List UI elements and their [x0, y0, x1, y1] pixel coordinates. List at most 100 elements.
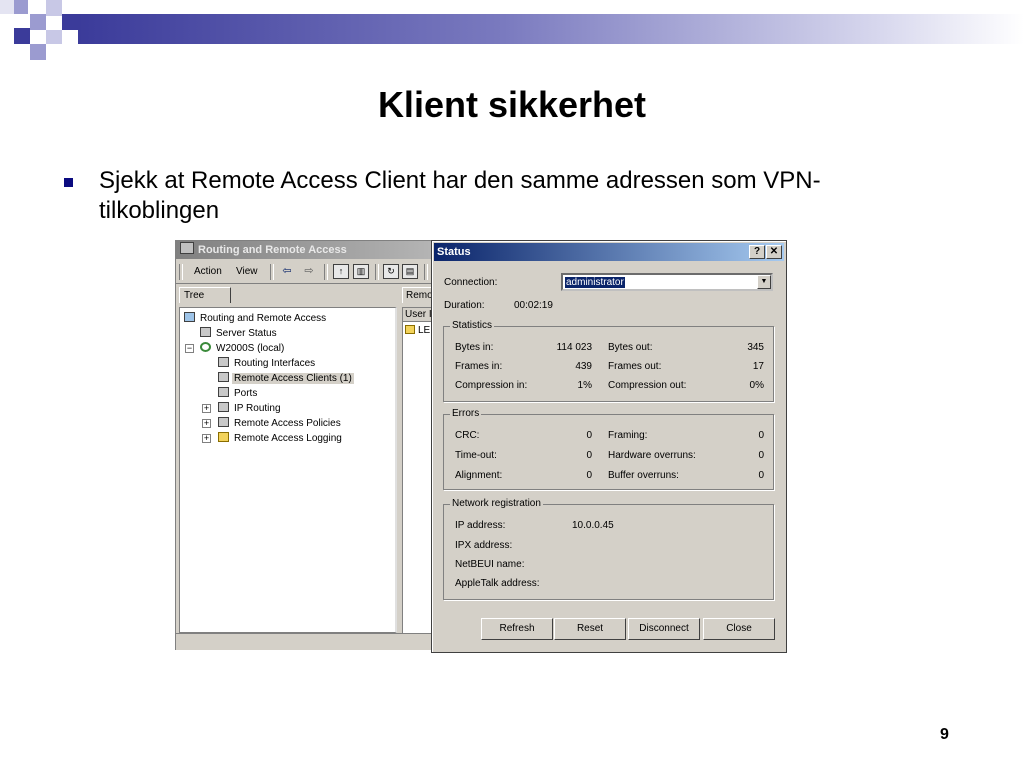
- decorative-square: [46, 30, 62, 44]
- expand-icon[interactable]: +: [202, 404, 211, 413]
- network-icon: [218, 372, 229, 382]
- compression-out-label: Compression out:: [608, 380, 687, 391]
- framing-label: Framing:: [608, 430, 648, 441]
- refresh-icon[interactable]: ↻: [383, 264, 399, 279]
- appletalk-address-label: AppleTalk address:: [455, 578, 540, 589]
- refresh-button[interactable]: Refresh: [481, 618, 553, 640]
- status-dialog: Status ? ✕ Connection: administrator ▼ D…: [431, 240, 787, 653]
- tree-item-remote-access-policies[interactable]: Remote Access Policies: [218, 417, 343, 430]
- export-list-icon[interactable]: ▤: [402, 264, 418, 279]
- bytes-in-label: Bytes in:: [455, 342, 494, 353]
- dialog-title: Status: [437, 246, 471, 258]
- bytes-out-value: 345: [747, 342, 764, 353]
- tree-item-routing-interfaces[interactable]: Routing Interfaces: [218, 357, 317, 370]
- window-title-bar[interactable]: Routing and Remote Access: [176, 241, 436, 259]
- toolbar-separator: [179, 264, 183, 280]
- bytes-out-label: Bytes out:: [608, 342, 653, 353]
- hardware-overruns-label: Hardware overruns:: [608, 450, 696, 461]
- folder-icon: [218, 432, 229, 442]
- toolbar-separator: [324, 264, 328, 280]
- page-number: 9: [940, 726, 949, 743]
- expand-icon[interactable]: +: [202, 434, 211, 443]
- menu-view[interactable]: View: [236, 266, 258, 277]
- console-tree: Routing and Remote Access Server Status …: [179, 307, 397, 633]
- alignment-label: Alignment:: [455, 470, 503, 481]
- tree-item-label: IP Routing: [234, 403, 281, 414]
- toolbar: Action View ⇦ ⇨ ↑ ▥ ↻ ▤: [176, 261, 436, 284]
- tree-item-label: Remote Access Policies: [234, 418, 341, 429]
- frames-out-label: Frames out:: [608, 361, 662, 372]
- network-icon: [218, 357, 229, 367]
- crc-value: 0: [586, 430, 592, 441]
- statistics-group: Statistics Bytes in: 114 023 Bytes out: …: [443, 320, 774, 402]
- up-folder-icon[interactable]: ↑: [333, 264, 349, 279]
- bullet-marker-icon: [64, 178, 73, 187]
- collapse-icon[interactable]: −: [185, 344, 194, 353]
- tab-tree[interactable]: Tree: [179, 287, 231, 303]
- compression-in-label: Compression in:: [455, 380, 528, 391]
- help-button[interactable]: ?: [749, 245, 765, 259]
- routing-remote-access-window: Routing and Remote Access Action View ⇦ …: [175, 240, 437, 650]
- policy-icon: [218, 417, 229, 427]
- group-title: Network registration: [450, 498, 543, 509]
- back-arrow-icon[interactable]: ⇦: [279, 264, 295, 279]
- tree-item-server-status[interactable]: Server Status: [200, 327, 279, 340]
- network-icon: [218, 387, 229, 397]
- bytes-in-value: 114 023: [556, 342, 592, 353]
- close-button[interactable]: Close: [703, 618, 775, 640]
- frames-in-label: Frames in:: [455, 361, 503, 372]
- status-bar: [176, 633, 436, 650]
- decorative-square: [30, 14, 46, 30]
- tree-item-remote-access-clients[interactable]: Remote Access Clients (1): [218, 372, 354, 385]
- tree-item-ports[interactable]: Ports: [218, 387, 259, 400]
- compression-out-value: 0%: [749, 380, 764, 391]
- netbeui-name-label: NetBEUI name:: [455, 559, 525, 570]
- timeout-label: Time-out:: [455, 450, 497, 461]
- reset-button[interactable]: Reset: [554, 618, 626, 640]
- expand-icon[interactable]: +: [202, 419, 211, 428]
- chevron-down-icon[interactable]: ▼: [757, 275, 771, 289]
- decorative-square: [14, 28, 30, 44]
- dialog-title-bar[interactable]: Status ? ✕: [434, 243, 784, 261]
- disconnect-button[interactable]: Disconnect: [628, 618, 700, 640]
- alignment-value: 0: [586, 470, 592, 481]
- buffer-overruns-label: Buffer overruns:: [608, 470, 679, 481]
- tree-item-label: Ports: [234, 388, 258, 399]
- tree-item-label: Remote Access Clients (1): [232, 373, 354, 384]
- timeout-value: 0: [586, 450, 592, 461]
- decorative-square: [62, 14, 78, 30]
- frames-in-value: 439: [575, 361, 592, 372]
- connection-select[interactable]: administrator ▼: [561, 273, 773, 291]
- ip-address-value: 10.0.0.45: [572, 520, 614, 531]
- decorative-square: [30, 44, 46, 60]
- tree-item-remote-access-logging[interactable]: Remote Access Logging: [218, 432, 344, 445]
- decorative-square: [46, 0, 62, 16]
- connection-label: Connection:: [444, 277, 498, 288]
- server-gear-icon: [200, 342, 211, 352]
- folder-icon: [405, 325, 415, 334]
- header-gradient-bar: [78, 14, 1024, 44]
- tree-item-routing-and-remote-access[interactable]: Routing and Remote Access: [184, 312, 328, 325]
- crc-label: CRC:: [455, 430, 480, 441]
- framing-value: 0: [758, 430, 764, 441]
- computer-icon: [184, 312, 195, 322]
- group-title: Statistics: [450, 320, 495, 331]
- buffer-overruns-value: 0: [758, 470, 764, 481]
- ip-address-label: IP address:: [455, 520, 506, 531]
- tree-item-label: Remote Access Logging: [234, 433, 342, 444]
- network-icon: [218, 402, 229, 412]
- toolbar-separator: [424, 264, 428, 280]
- toolbar-separator: [270, 264, 274, 280]
- close-icon[interactable]: ✕: [766, 245, 782, 259]
- tree-item-ip-routing[interactable]: IP Routing: [218, 402, 283, 415]
- duration-label: Duration:: [444, 300, 485, 311]
- forward-arrow-icon[interactable]: ⇨: [301, 264, 317, 279]
- menu-action[interactable]: Action: [194, 266, 222, 277]
- tree-item-label: W2000S (local): [216, 343, 285, 354]
- frames-out-value: 17: [752, 361, 764, 372]
- compression-in-value: 1%: [577, 380, 592, 391]
- show-hide-tree-icon[interactable]: ▥: [353, 264, 369, 279]
- hardware-overruns-value: 0: [758, 450, 764, 461]
- tree-item-w2000s[interactable]: W2000S (local): [200, 342, 286, 355]
- tree-item-label: Server Status: [216, 328, 277, 339]
